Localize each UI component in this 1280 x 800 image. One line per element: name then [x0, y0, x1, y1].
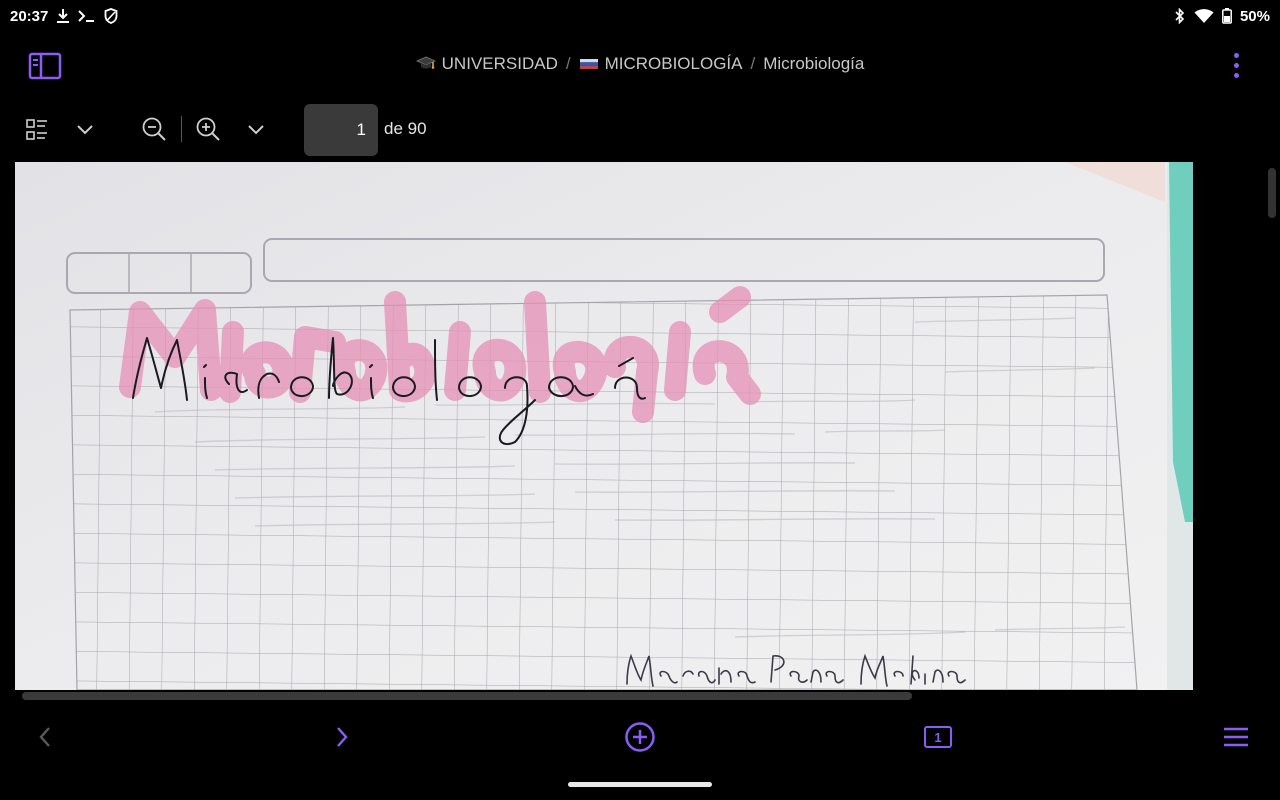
chevron-down-icon — [248, 125, 264, 135]
home-indicator[interactable] — [568, 782, 712, 787]
status-time: 20:37 — [10, 7, 49, 25]
battery-icon — [1222, 8, 1232, 24]
previous-page-button[interactable] — [23, 717, 67, 757]
download-icon — [56, 8, 70, 24]
menu-button[interactable] — [1214, 717, 1258, 757]
zoom-out-icon — [142, 117, 166, 141]
breadcrumb-label: MICROBIOLOGÍA — [604, 54, 743, 73]
status-right: 50% — [1174, 8, 1270, 25]
breadcrumb: UNIVERSIDAD / MICROBIOLOGÍA / Microbiolo… — [0, 32, 1280, 96]
sidebar-toggle-button[interactable] — [28, 52, 62, 80]
status-left: 20:37 — [10, 8, 118, 25]
plus-circle-icon — [625, 722, 655, 752]
breadcrumb-item-universidad[interactable]: UNIVERSIDAD — [415, 54, 558, 74]
grid-list-icon — [26, 119, 47, 140]
zoom-dropdown[interactable] — [245, 118, 267, 140]
more-options-button[interactable] — [1222, 50, 1250, 80]
page-count-badge: 1 — [924, 726, 952, 748]
terminal-icon — [78, 9, 96, 23]
breadcrumb-separator: / — [565, 54, 571, 73]
page-number-input[interactable] — [304, 104, 378, 156]
status-bar: 20:37 50% — [0, 0, 1280, 32]
battery-percent: 50% — [1239, 7, 1270, 25]
breadcrumb-item-microbiologia-folder[interactable]: MICROBIOLOGÍA — [579, 54, 743, 74]
breadcrumb-separator: / — [750, 54, 756, 73]
dot — [1233, 62, 1239, 68]
page-overview-button[interactable]: 1 — [916, 717, 960, 757]
toolbar-divider — [181, 116, 182, 142]
chevron-right-icon — [337, 727, 348, 747]
app-header: UNIVERSIDAD / MICROBIOLOGÍA / Microbiolo… — [0, 32, 1280, 96]
next-page-button[interactable] — [320, 717, 364, 757]
flag-icon — [579, 59, 598, 69]
bluetooth-icon — [1174, 8, 1186, 24]
breadcrumb-label: UNIVERSIDAD — [441, 54, 558, 73]
chevron-left-icon — [39, 727, 50, 747]
page-total-label: de 90 — [384, 119, 427, 138]
breadcrumb-label: Microbiología — [763, 54, 865, 73]
bottom-navigation-bar: 1 — [0, 700, 1280, 774]
graduation-cap-icon — [415, 56, 436, 69]
document-viewport[interactable] — [0, 162, 1280, 690]
viewer-toolbar: de 90 — [0, 96, 1280, 162]
wifi-icon — [1194, 8, 1214, 24]
notebook-page-image — [15, 162, 1193, 690]
view-mode-button[interactable] — [24, 117, 50, 143]
view-mode-dropdown[interactable] — [74, 118, 96, 140]
sidebar-icon — [28, 52, 62, 80]
vertical-scrollbar[interactable] — [1268, 168, 1276, 218]
dot — [1233, 52, 1239, 58]
add-button[interactable] — [618, 717, 662, 757]
zoom-out-button[interactable] — [141, 116, 167, 142]
chevron-down-icon — [77, 125, 93, 135]
hamburger-menu-icon — [1224, 727, 1248, 747]
horizontal-scrollbar[interactable] — [22, 692, 912, 700]
breadcrumb-item-current-document[interactable]: Microbiología — [763, 54, 864, 74]
dot — [1233, 72, 1239, 78]
zoom-in-button[interactable] — [195, 116, 221, 142]
zoom-in-icon — [196, 117, 220, 141]
shield-icon — [104, 8, 118, 24]
